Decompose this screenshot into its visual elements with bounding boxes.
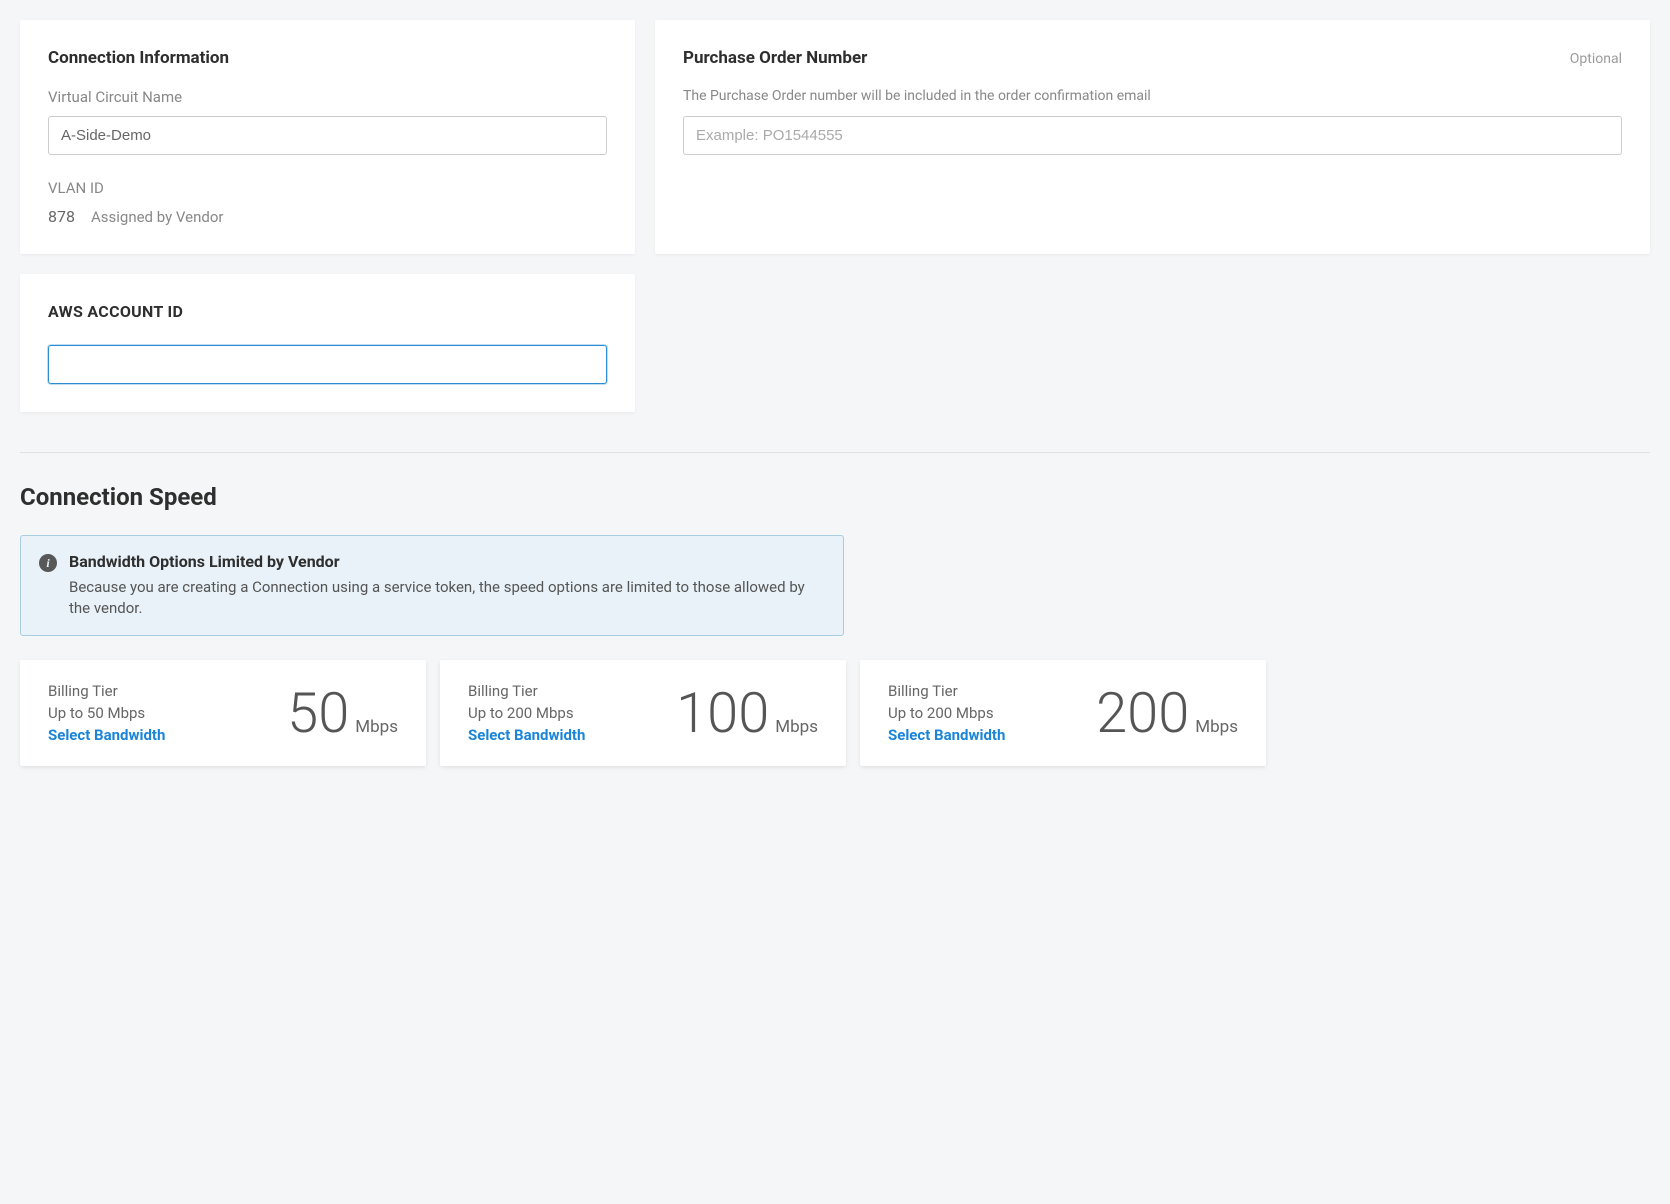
bandwidth-options-grid: Billing Tier Up to 50 Mbps Select Bandwi…	[20, 660, 1650, 766]
billing-tier-upto: Up to 200 Mbps	[888, 704, 1005, 722]
purchase-order-optional-label: Optional	[1570, 51, 1622, 67]
vlan-id-value: 878	[48, 207, 75, 226]
vlan-id-label: VLAN ID	[48, 179, 607, 197]
bandwidth-option-200[interactable]: Billing Tier Up to 200 Mbps Select Bandw…	[860, 660, 1266, 766]
speed-unit: Mbps	[1195, 717, 1238, 737]
billing-tier-label: Billing Tier	[888, 682, 1005, 700]
aws-account-id-input[interactable]	[48, 345, 607, 384]
billing-tier-label: Billing Tier	[468, 682, 585, 700]
select-bandwidth-link[interactable]: Select Bandwidth	[468, 726, 585, 744]
billing-tier-label: Billing Tier	[48, 682, 165, 700]
speed-value: 50	[287, 685, 349, 741]
bandwidth-banner-text: Because you are creating a Connection us…	[69, 577, 825, 619]
bandwidth-option-50[interactable]: Billing Tier Up to 50 Mbps Select Bandwi…	[20, 660, 426, 766]
vlan-assigned-by-vendor: Assigned by Vendor	[91, 208, 223, 226]
connection-info-title: Connection Information	[48, 48, 607, 68]
bandwidth-banner-title: Bandwidth Options Limited by Vendor	[69, 552, 825, 571]
select-bandwidth-link[interactable]: Select Bandwidth	[48, 726, 165, 744]
aws-account-id-title: AWS ACCOUNT ID	[48, 302, 607, 321]
speed-value: 200	[1096, 685, 1189, 741]
virtual-circuit-name-input[interactable]	[48, 116, 607, 155]
connection-information-card: Connection Information Virtual Circuit N…	[20, 20, 635, 254]
aws-account-id-card: AWS ACCOUNT ID	[20, 274, 635, 412]
purchase-order-help-text: The Purchase Order number will be includ…	[683, 88, 1622, 104]
purchase-order-input[interactable]	[683, 116, 1622, 155]
bandwidth-option-100[interactable]: Billing Tier Up to 200 Mbps Select Bandw…	[440, 660, 846, 766]
section-divider	[20, 452, 1650, 453]
purchase-order-title: Purchase Order Number	[683, 48, 867, 68]
billing-tier-upto: Up to 50 Mbps	[48, 704, 165, 722]
select-bandwidth-link[interactable]: Select Bandwidth	[888, 726, 1005, 744]
purchase-order-card: Purchase Order Number Optional The Purch…	[655, 20, 1650, 254]
speed-value: 100	[676, 685, 769, 741]
info-icon: i	[39, 554, 57, 572]
bandwidth-limited-banner: i Bandwidth Options Limited by Vendor Be…	[20, 535, 844, 636]
connection-speed-title: Connection Speed	[20, 483, 1650, 511]
speed-unit: Mbps	[355, 717, 398, 737]
billing-tier-upto: Up to 200 Mbps	[468, 704, 585, 722]
speed-unit: Mbps	[775, 717, 818, 737]
virtual-circuit-name-label: Virtual Circuit Name	[48, 88, 607, 106]
